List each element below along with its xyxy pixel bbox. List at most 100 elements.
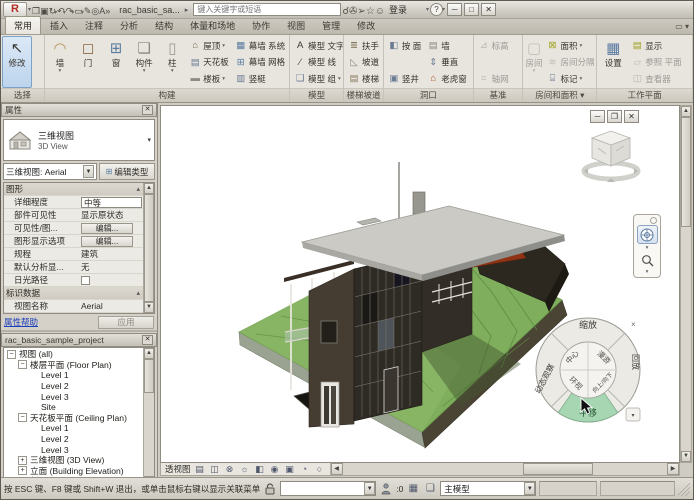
model-line-button[interactable]: ∕模型 线: [292, 55, 344, 70]
wall-button[interactable]: ◠墙▾: [46, 36, 74, 88]
viewcube[interactable]: [580, 124, 644, 190]
tab-home[interactable]: 常用: [5, 16, 41, 34]
worksets-lock-icon[interactable]: [263, 482, 277, 496]
ribbon-state-icon[interactable]: ▭ ▾: [675, 22, 689, 31]
properties-close-icon[interactable]: ✕: [142, 105, 153, 115]
visual-style-icon[interactable]: ◫: [209, 464, 221, 475]
tree-item[interactable]: Level 2: [4, 381, 143, 392]
wheel-menu-arrow-icon[interactable]: ▾: [646, 245, 649, 251]
resize-grip[interactable]: [678, 481, 690, 496]
column-button[interactable]: ▯柱▾: [158, 36, 186, 88]
ref-plane-button[interactable]: ▱参照 平面: [629, 55, 683, 70]
property-value[interactable]: 显示原状态: [80, 209, 143, 221]
model-group-button-arrow-icon[interactable]: ▾: [338, 76, 341, 82]
scroll-thumb[interactable]: [681, 117, 691, 227]
set-workplane-button[interactable]: ▦设置: [598, 36, 628, 88]
component-button[interactable]: ❏构件▾: [130, 36, 158, 88]
wheel-rewind-label[interactable]: 回放: [631, 354, 641, 370]
edit-type-button[interactable]: ⊞ 编辑类型: [99, 163, 155, 180]
subscription-icon[interactable]: ➢: [357, 6, 365, 17]
project-browser-title-bar[interactable]: rac_basic_sample_project ✕: [1, 333, 157, 347]
title-expand-icon[interactable]: ▸: [185, 6, 189, 14]
collapse-icon[interactable]: ▴: [136, 289, 140, 297]
property-checkbox[interactable]: [81, 276, 90, 285]
property-value[interactable]: Aerial: [80, 301, 143, 311]
ribbon-group-label[interactable]: 基准: [474, 88, 523, 102]
tab-insert[interactable]: 插入: [42, 17, 76, 34]
properties-scrollbar[interactable]: ▲ ▼: [143, 183, 154, 313]
sun-path-icon[interactable]: ☼: [239, 464, 251, 474]
app-logo[interactable]: R: [3, 2, 27, 17]
railing-button[interactable]: ≣扶手: [346, 38, 381, 53]
hide-isolate-icon[interactable]: ◔: [299, 464, 311, 474]
apply-button[interactable]: 应用: [98, 316, 154, 329]
ribbon-group-label[interactable]: 洞口: [384, 88, 473, 102]
vertical-opening-button[interactable]: ⇕垂直: [425, 55, 469, 70]
scroll-down-icon[interactable]: ▼: [681, 451, 691, 462]
show-workplane-button[interactable]: ▤显示: [629, 38, 683, 53]
roof-button[interactable]: ⌂屋顶▾: [187, 38, 231, 53]
ribbon-group-label[interactable]: 工作平面: [597, 88, 692, 102]
tree-item[interactable]: Level 3: [4, 391, 143, 402]
detail-level-icon[interactable]: ▤: [194, 464, 206, 475]
door-button[interactable]: ◻门: [74, 36, 102, 88]
minimize-button[interactable]: ─: [447, 3, 462, 16]
app-menu-arrow-icon[interactable]: ▾: [28, 6, 31, 13]
area-button[interactable]: ⊠面积▾: [545, 38, 597, 53]
scroll-left-icon[interactable]: ◀: [331, 463, 343, 475]
tab-analyze[interactable]: 分析: [112, 17, 146, 34]
property-value[interactable]: 中等: [80, 197, 143, 208]
property-section-header[interactable]: 图形▴: [4, 183, 143, 196]
curtain-grid-button[interactable]: ⊞幕墙 网格: [233, 55, 287, 70]
modify-button[interactable]: ↖修改: [2, 36, 32, 88]
scroll-thumb[interactable]: [144, 359, 154, 393]
zoom-button[interactable]: [637, 252, 658, 268]
collapse-icon[interactable]: ▴: [136, 185, 140, 193]
render-icon[interactable]: ◉: [269, 464, 281, 475]
navbar-close-icon[interactable]: [650, 217, 657, 224]
model-group-button[interactable]: ❑模型 组▾: [292, 71, 344, 86]
property-value[interactable]: 建筑: [80, 248, 143, 260]
property-value[interactable]: [80, 276, 143, 285]
ribbon-group-label[interactable]: 楼梯坡道: [344, 88, 383, 102]
expand-icon[interactable]: +: [18, 456, 27, 465]
area-button-arrow-icon[interactable]: ▾: [580, 43, 583, 49]
scroll-up-icon[interactable]: ▲: [144, 348, 154, 359]
type-selector[interactable]: 三维视图 3D View ▾: [3, 119, 155, 161]
canvas-vscrollbar[interactable]: ▲ ▼: [680, 105, 692, 463]
ceiling-button[interactable]: ▤天花板: [187, 55, 231, 70]
view-close-button[interactable]: ✕: [624, 110, 639, 123]
browser-vscrollbar[interactable]: ▲ ▼: [143, 348, 154, 487]
user-icon[interactable]: ☺: [375, 6, 385, 17]
column-button-arrow-icon[interactable]: ▾: [171, 68, 174, 74]
scroll-thumb[interactable]: [144, 194, 154, 302]
tab-modify[interactable]: 修改: [349, 17, 383, 34]
component-button-arrow-icon[interactable]: ▾: [143, 68, 146, 74]
tree-item[interactable]: −天花板平面 (Ceiling Plan): [4, 413, 143, 424]
shaft-button[interactable]: ▣竖井: [386, 71, 423, 86]
dormer-button[interactable]: ⌂老虎窗: [425, 71, 469, 86]
wall-opening-button[interactable]: ▤墙: [425, 38, 469, 53]
ribbon-group-label[interactable]: 选择: [1, 88, 44, 102]
scroll-thumb[interactable]: [523, 463, 593, 475]
crop-view-icon[interactable]: ▣: [284, 464, 296, 475]
reveal-hidden-icon[interactable]: ○: [314, 464, 326, 474]
tab-collaborate[interactable]: 协作: [244, 17, 278, 34]
active-workset-dropdown[interactable]: ▼: [280, 481, 376, 496]
open-icon[interactable]: ❐: [32, 6, 40, 16]
search-input[interactable]: [193, 3, 341, 16]
collapse-icon[interactable]: −: [18, 360, 27, 369]
sign-in-label[interactable]: 登录: [389, 3, 407, 16]
scroll-down-icon[interactable]: ▼: [144, 302, 154, 313]
properties-help-link[interactable]: 属性帮助: [4, 316, 38, 328]
edit-button[interactable]: 编辑...: [81, 236, 133, 247]
save-icon[interactable]: ▣: [40, 6, 49, 16]
active-design-option-dropdown[interactable]: 主模型 ▼: [440, 481, 536, 496]
scroll-right-icon[interactable]: ▶: [667, 463, 679, 475]
tree-item[interactable]: −楼层平面 (Floor Plan): [4, 360, 143, 371]
wheel-zoom-label[interactable]: 缩放: [579, 319, 597, 330]
tab-structure[interactable]: 结构: [147, 17, 181, 34]
canvas-hscrollbar[interactable]: ◀ ▶: [331, 463, 679, 475]
scroll-up-icon[interactable]: ▲: [681, 106, 691, 117]
shadows-icon[interactable]: ◧: [254, 464, 266, 475]
